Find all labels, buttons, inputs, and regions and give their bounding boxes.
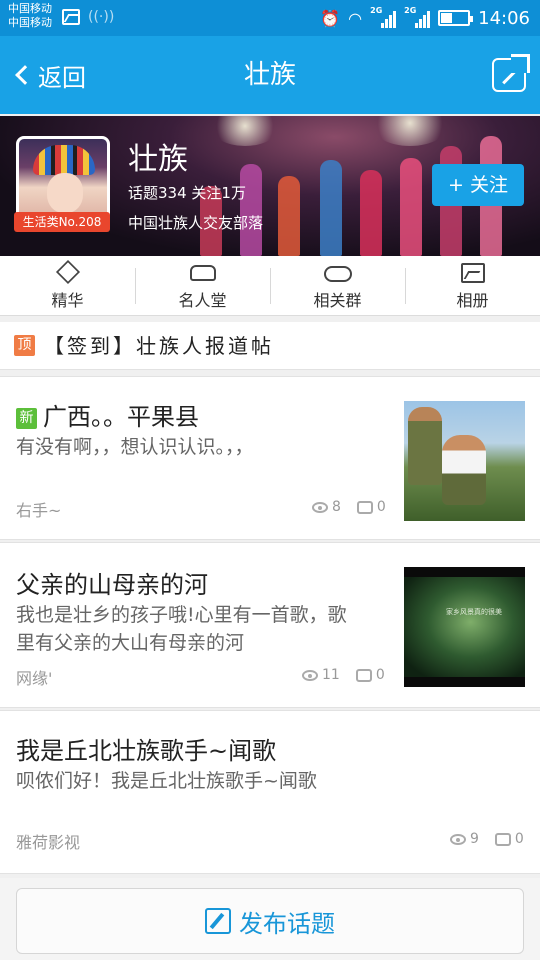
level-badge: 生活类No.208 <box>14 212 110 232</box>
comment-count: 0 <box>375 667 385 683</box>
stage-light <box>210 116 280 146</box>
picture-icon <box>460 263 485 283</box>
dancer-figure <box>360 170 382 256</box>
post-item[interactable]: 我是丘北壮族歌手~闻歌 呗侬们好！我是丘北壮族歌手~闻歌 雅荷影视 9 0 <box>0 710 540 874</box>
avatar-hat <box>33 145 95 175</box>
nav-bar: 壮族 返回 <box>0 36 540 114</box>
group-name: 壮族 <box>128 142 188 177</box>
group-page: 中国移动 中国移动 ((·)) ⏰ ◠ 2G 2G 14:06 壮族 返回 生活… <box>0 0 540 960</box>
post-thumbnail[interactable]: 家乡风景真的很美 <box>404 567 525 687</box>
new-badge: 新 <box>16 408 37 429</box>
dancer-figure <box>320 160 342 256</box>
status-icons: ⏰ ◠ 2G 2G 14:06 <box>320 0 530 36</box>
comment-icon <box>356 500 373 514</box>
stage-light <box>370 116 450 146</box>
tab-related-groups[interactable]: 相关群 <box>270 256 405 315</box>
group-description: 中国壮族人交友部落 <box>128 214 264 232</box>
thumbnail-person <box>442 435 486 505</box>
thumbnail-caption: 家乡风景真的很美 <box>446 608 502 616</box>
edit-icon <box>205 908 231 934</box>
eye-icon <box>312 501 328 513</box>
view-count: 9 <box>470 831 479 847</box>
publish-topic-button[interactable]: 发布话题 <box>16 888 524 954</box>
tab-album[interactable]: 相册 <box>405 256 540 315</box>
carrier-info: 中国移动 中国移动 <box>8 2 52 30</box>
pin-badge: 顶 <box>14 335 35 356</box>
share-icon[interactable] <box>492 54 530 92</box>
post-title-text: 广西。。平果县 <box>43 403 199 431</box>
thumbnail-person <box>408 407 442 485</box>
post-summary-line: 里有父亲的大山有母亲的河 <box>16 632 245 654</box>
comment-count: 0 <box>376 499 386 515</box>
tab-hall-of-fame[interactable]: 名人堂 <box>135 256 270 315</box>
post-meta: 8 0 <box>312 499 386 515</box>
carrier-label-1: 中国移动 <box>8 2 52 15</box>
thumbnail-scene <box>404 577 525 677</box>
group-stats: 话题334 关注1万 <box>128 184 246 202</box>
carrier-label-2: 中国移动 <box>8 16 52 29</box>
eye-icon <box>450 833 466 845</box>
group-cloud-icon <box>323 266 352 282</box>
hotspot-icon: ((·)) <box>88 9 115 25</box>
comment-icon <box>494 832 511 846</box>
comment-count: 0 <box>514 831 524 847</box>
post-title: 父亲的山母亲的河 <box>16 571 208 599</box>
status-time: 14:06 <box>478 7 530 29</box>
publish-topic-label: 发布话题 <box>239 909 335 938</box>
post-item[interactable]: 父亲的山母亲的河 我也是壮乡的孩子哦!心里有一首歌，歌 里有父亲的大山有母亲的河… <box>0 542 540 708</box>
feature-tabs: 精华 名人堂 相关群 相册 <box>0 256 540 316</box>
bottom-bar: 发布话题 <box>0 878 540 960</box>
back-label: 返回 <box>38 63 86 92</box>
signal-icon-1: 2G <box>370 6 397 28</box>
pinned-post-title: 【签到】壮族人报道帖 <box>44 334 274 358</box>
eye-icon <box>302 669 318 681</box>
avatar-face <box>47 173 83 213</box>
gallery-notification-icon <box>62 9 80 25</box>
wifi-icon: ◠ <box>348 8 363 28</box>
tab-album-label: 相册 <box>456 291 489 310</box>
post-title: 我是丘北壮族歌手~闻歌 <box>16 737 277 765</box>
tab-related-groups-label: 相关群 <box>313 291 362 310</box>
diamond-icon <box>55 259 80 285</box>
sofa-icon <box>189 265 216 281</box>
follow-button[interactable]: + 关注 <box>432 164 524 206</box>
view-count: 11 <box>322 667 340 683</box>
comment-icon <box>355 668 372 682</box>
back-button[interactable]: 返回 <box>12 36 86 114</box>
tab-featured-label: 精华 <box>51 291 84 310</box>
post-title: 新广西。。平果县 <box>16 397 199 432</box>
alarm-icon: ⏰ <box>320 8 341 28</box>
post-author: 网缘' <box>16 669 53 688</box>
post-summary: 呗侬们好！我是丘北壮族歌手~闻歌 <box>16 770 317 792</box>
post-author: 右手~ <box>16 501 62 520</box>
post-summary: 有没有啊，，想认识认识。，， <box>16 436 254 458</box>
battery-icon <box>438 10 474 26</box>
post-meta: 9 0 <box>450 831 524 847</box>
post-author: 雅荷影视 <box>16 833 81 852</box>
post-summary-line: 我也是壮乡的孩子哦!心里有一首歌，歌 <box>16 604 347 626</box>
signal-icon-2: 2G <box>404 6 431 28</box>
tab-featured[interactable]: 精华 <box>0 256 135 315</box>
dancer-figure <box>278 176 300 256</box>
post-item[interactable]: 新广西。。平果县 有没有啊，，想认识认识。，， 右手~ 8 0 <box>0 376 540 540</box>
dancer-figure <box>240 164 262 256</box>
chevron-left-icon <box>15 65 35 85</box>
post-thumbnail[interactable] <box>404 401 525 521</box>
status-bar: 中国移动 中国移动 ((·)) ⏰ ◠ 2G 2G 14:06 <box>0 0 540 36</box>
view-count: 8 <box>332 499 341 515</box>
dancer-figure <box>400 158 422 256</box>
post-summary: 我也是壮乡的孩子哦!心里有一首歌，歌 里有父亲的大山有母亲的河 <box>16 601 347 657</box>
pinned-post[interactable]: 顶 【签到】壮族人报道帖 <box>0 322 540 370</box>
post-meta: 11 0 <box>302 667 385 683</box>
tab-hall-of-fame-label: 名人堂 <box>178 291 227 310</box>
